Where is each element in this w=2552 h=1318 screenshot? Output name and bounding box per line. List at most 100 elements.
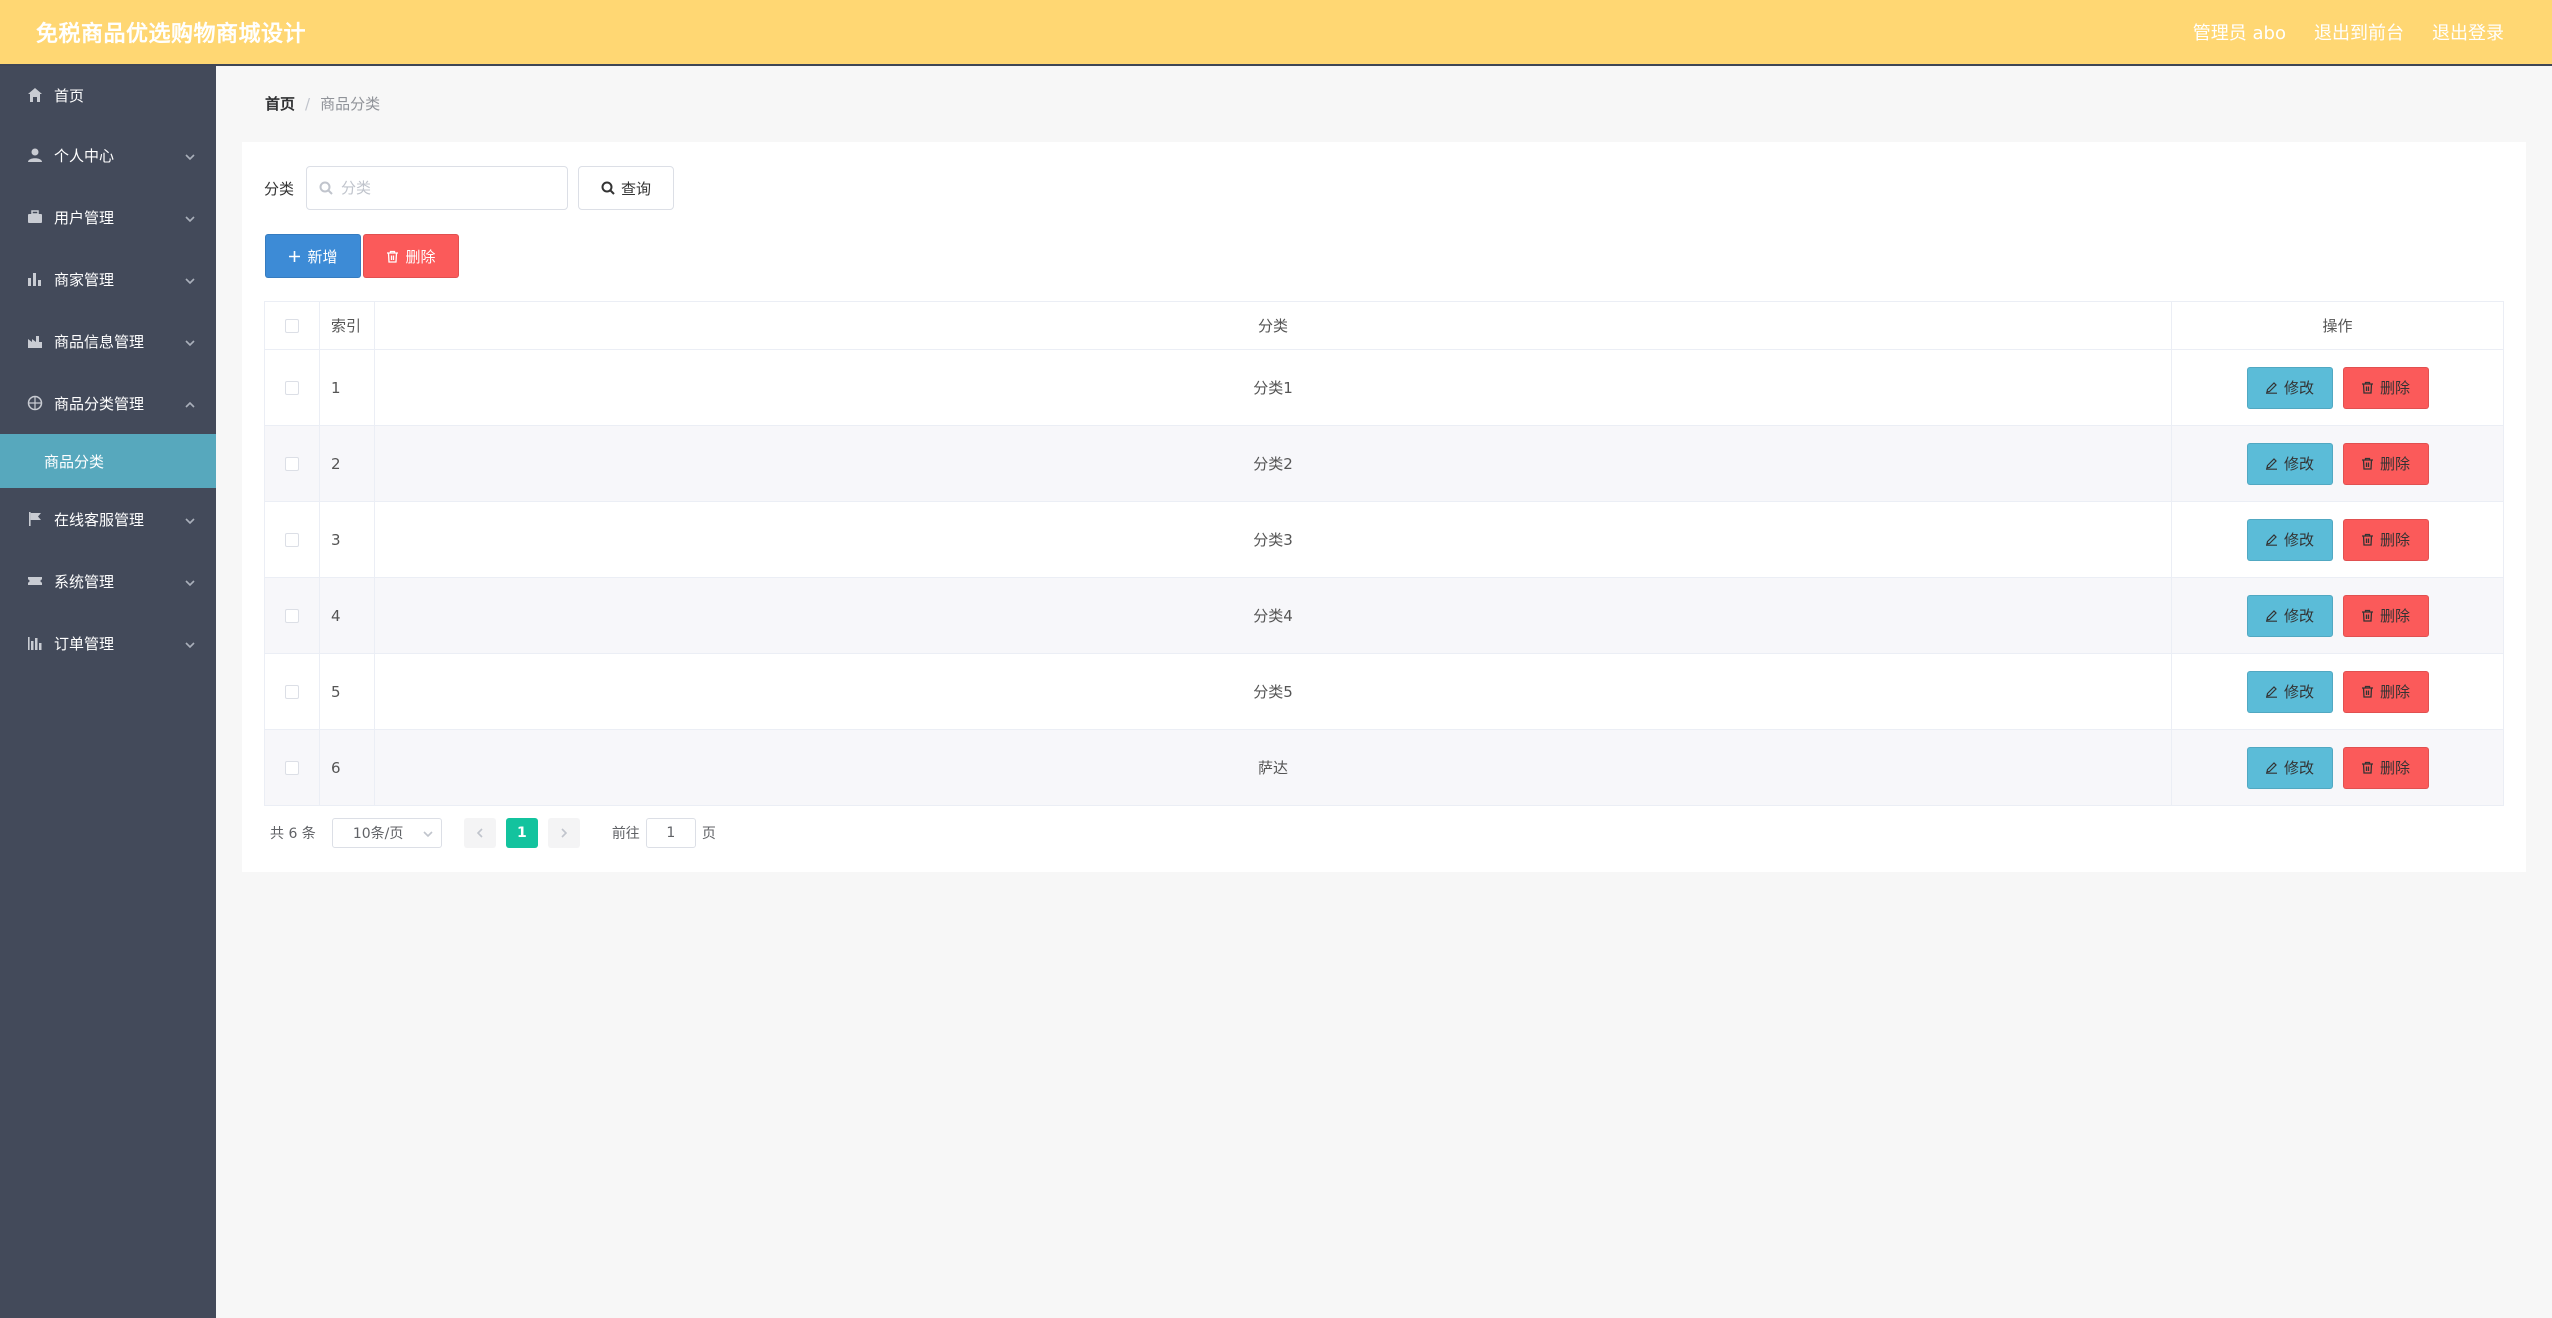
sidebar-item-product-info-management[interactable]: 商品信息管理 xyxy=(0,310,216,372)
header-index: 索引 xyxy=(320,302,375,349)
delete-button[interactable]: 删除 xyxy=(2342,518,2429,561)
batch-delete-label: 删除 xyxy=(405,247,436,266)
delete-button-label: 删除 xyxy=(2379,531,2410,549)
edit-button-label: 修改 xyxy=(2283,531,2314,549)
breadcrumb-current: 商品分类 xyxy=(320,95,381,113)
table-header-row: 索引 分类 操作 xyxy=(265,302,2503,350)
chevron-down-icon xyxy=(184,273,196,285)
row-index: 5 xyxy=(320,654,375,729)
row-category: 萨达 xyxy=(375,730,2172,805)
search-input[interactable] xyxy=(341,179,542,197)
batch-delete-button[interactable]: 删除 xyxy=(363,234,459,278)
edit-button[interactable]: 修改 xyxy=(2246,594,2333,637)
sidebar-item-order-management[interactable]: 订单管理 xyxy=(0,612,216,674)
row-checkbox[interactable] xyxy=(285,380,299,395)
row-checkbox[interactable] xyxy=(285,684,299,699)
sidebar-item-personal-center[interactable]: 个人中心 xyxy=(0,124,216,186)
sidebar-item-user-management[interactable]: 用户管理 xyxy=(0,186,216,248)
row-category: 分类2 xyxy=(375,426,2172,501)
page-size-select[interactable]: 10条/页 xyxy=(331,818,442,848)
chevron-up-icon xyxy=(184,397,196,409)
search-icon xyxy=(319,181,333,195)
row-operations: 修改 删除 xyxy=(2172,730,2503,805)
edit-icon xyxy=(2265,534,2277,546)
sidebar-item-customer-service[interactable]: 在线客服管理 xyxy=(0,488,216,550)
trash-icon xyxy=(2361,457,2373,470)
sidebar-item-label: 订单管理 xyxy=(54,634,115,653)
row-check-cell xyxy=(265,730,320,805)
row-operations: 修改 删除 xyxy=(2172,350,2503,425)
row-index: 3 xyxy=(320,502,375,577)
user-icon xyxy=(26,146,44,164)
edit-button-label: 修改 xyxy=(2283,455,2314,473)
edit-button[interactable]: 修改 xyxy=(2246,670,2333,713)
app-title: 免税商品优选购物商城设计 xyxy=(36,22,307,47)
trash-icon xyxy=(387,250,399,263)
chevron-down-icon xyxy=(184,637,196,649)
chevron-right-icon xyxy=(561,828,567,838)
header-operation: 操作 xyxy=(2322,317,2353,335)
back-to-front-link[interactable]: 退出到前台 xyxy=(2314,19,2404,45)
delete-button-label: 删除 xyxy=(2379,607,2410,625)
header-category: 分类 xyxy=(375,302,2172,349)
delete-button[interactable]: 删除 xyxy=(2342,670,2429,713)
add-button[interactable]: 新增 xyxy=(265,234,361,278)
breadcrumb-separator: / xyxy=(305,94,311,113)
page-number-current[interactable]: 1 xyxy=(505,818,538,848)
row-check-cell xyxy=(265,426,320,501)
logout-link[interactable]: 退出登录 xyxy=(2432,19,2504,45)
breadcrumb-home[interactable]: 首页 xyxy=(265,93,295,114)
page-size-value: 10条/页 xyxy=(352,826,404,842)
sidebar-item-merchant-management[interactable]: 商家管理 xyxy=(0,248,216,310)
delete-button[interactable]: 删除 xyxy=(2342,594,2429,637)
delete-button[interactable]: 删除 xyxy=(2342,746,2429,789)
sidebar-item-home[interactable]: 首页 xyxy=(0,66,216,124)
edit-button-label: 修改 xyxy=(2283,759,2314,777)
edit-button[interactable]: 修改 xyxy=(2246,518,2333,561)
row-check-cell xyxy=(265,350,320,425)
pagination-total: 共 6 条 xyxy=(270,826,316,842)
edit-button-label: 修改 xyxy=(2283,607,2314,625)
table-body: 1 分类1 修改 删除 2 分类2 修改 删除 3 分类3 修改 删除 4 分类4 修改 删除 5 分类5 修改 删除… xyxy=(265,350,2503,806)
sidebar: 首页 个人中心 用户管理 商家管理 商品信息管理 商品分类管理 商品分类 在线客… xyxy=(0,66,216,1318)
next-page-button[interactable] xyxy=(547,818,580,848)
goto-suffix: 页 xyxy=(701,826,716,842)
sidebar-item-system-management[interactable]: 系统管理 xyxy=(0,550,216,612)
row-category: 分类4 xyxy=(375,578,2172,653)
edit-button[interactable]: 修改 xyxy=(2246,442,2333,485)
table-row: 1 分类1 修改 删除 xyxy=(265,350,2503,426)
sidebar-item-category-management[interactable]: 商品分类管理 xyxy=(0,372,216,434)
ticket-icon xyxy=(26,572,44,590)
prev-page-button[interactable] xyxy=(463,818,496,848)
chevron-down-icon xyxy=(184,335,196,347)
goto-page-input[interactable] xyxy=(645,818,696,848)
search-box xyxy=(306,166,569,210)
sidebar-item-label: 首页 xyxy=(54,86,85,105)
sidebar-item-label: 在线客服管理 xyxy=(54,510,145,529)
row-category: 分类3 xyxy=(375,502,2172,577)
breadcrumb: 首页 / 商品分类 xyxy=(265,93,380,114)
trash-icon xyxy=(2361,381,2373,394)
row-checkbox[interactable] xyxy=(285,532,299,547)
search-label: 分类 xyxy=(264,179,295,198)
edit-button[interactable]: 修改 xyxy=(2246,366,2333,409)
edit-button[interactable]: 修改 xyxy=(2246,746,2333,789)
table-row: 2 分类2 修改 删除 xyxy=(265,426,2503,502)
row-checkbox[interactable] xyxy=(285,608,299,623)
row-checkbox[interactable] xyxy=(285,456,299,471)
delete-button[interactable]: 删除 xyxy=(2342,442,2429,485)
query-button[interactable]: 查询 xyxy=(578,166,675,210)
row-checkbox[interactable] xyxy=(285,760,299,775)
delete-button[interactable]: 删除 xyxy=(2342,366,2429,409)
admin-label: 管理员 abo xyxy=(2192,23,2286,44)
trash-icon xyxy=(2361,761,2373,774)
goto-prefix: 前往 xyxy=(611,826,640,842)
row-operations: 修改 删除 xyxy=(2172,578,2503,653)
trash-icon xyxy=(2361,609,2373,622)
pagination: 共 6 条 10条/页 1 前往 页 xyxy=(270,818,716,848)
submenu-item-category[interactable]: 商品分类 xyxy=(0,434,216,488)
home-icon xyxy=(26,86,44,104)
chevron-down-icon xyxy=(184,149,196,161)
edit-icon xyxy=(2265,458,2277,470)
select-all-checkbox[interactable] xyxy=(285,318,299,333)
